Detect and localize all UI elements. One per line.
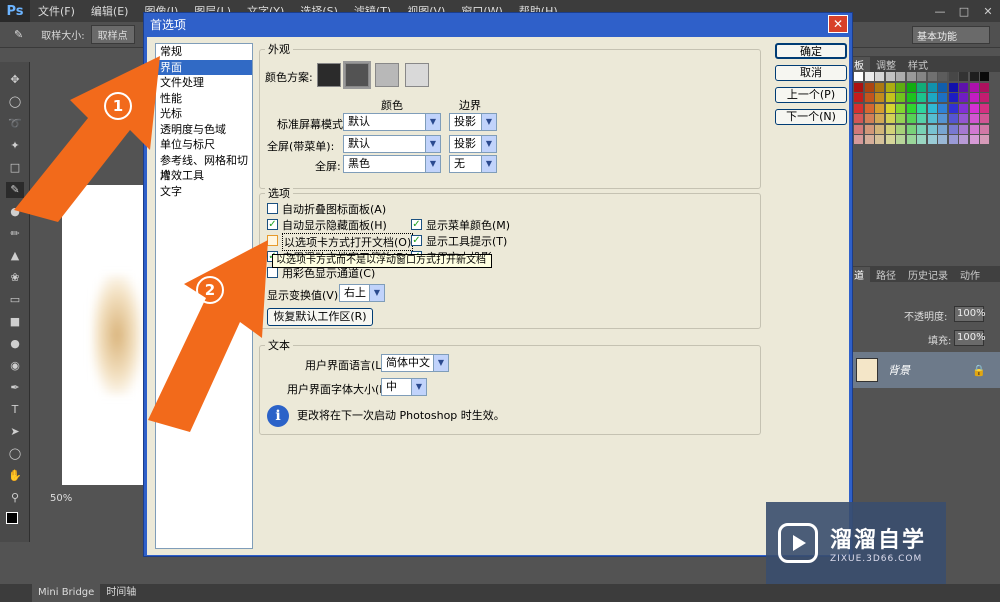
arrow-2-icon [148, 240, 268, 432]
arrow-1-icon [14, 56, 160, 222]
step-marker-1: 1 [104, 92, 132, 120]
play-logo-icon [778, 523, 818, 563]
step-marker-2: 2 [196, 276, 224, 304]
watermark-url: ZIXUE.3D66.COM [830, 554, 923, 564]
watermark-title: 溜溜自学 [830, 528, 927, 553]
watermark: 溜溜自学 ZIXUE.3D66.COM [766, 502, 946, 584]
